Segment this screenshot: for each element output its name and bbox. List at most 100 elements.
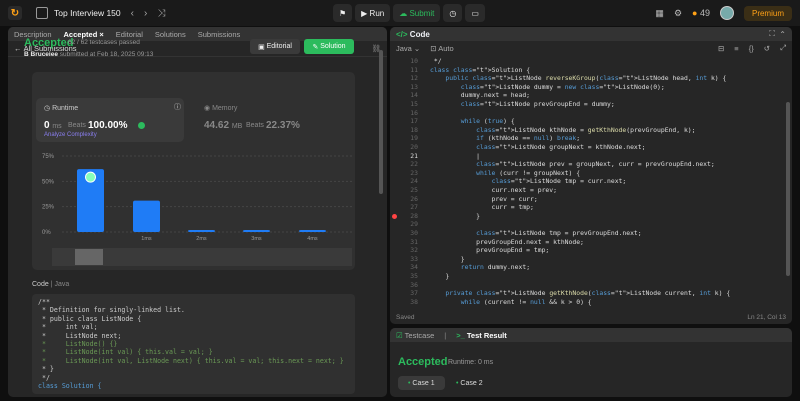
fullscreen-icon[interactable]: ⤢ — [780, 43, 786, 53]
runtime-bar[interactable] — [133, 200, 160, 232]
line-number: 29 — [410, 220, 418, 229]
prev-problem-icon[interactable]: ‹ — [131, 8, 134, 19]
code-line[interactable]: dummy.next = head; — [430, 91, 530, 100]
code-line[interactable]: class="t">ListNode prev = groupNext, cur… — [430, 160, 715, 169]
line-number: 32 — [410, 246, 418, 255]
problem-list-icon[interactable] — [36, 7, 48, 19]
runtime-value: 0 ms — [44, 120, 62, 131]
author-name[interactable]: B Bruceiee — [24, 51, 58, 58]
code-line[interactable]: while (current != null && k > 0) { — [430, 298, 592, 307]
tab-testcase[interactable]: ☑ Testcase — [396, 331, 434, 340]
shuffle-icon[interactable]: ⤨ — [157, 8, 165, 19]
tab-solutions[interactable]: Solutions — [155, 30, 186, 39]
format-code-icon[interactable]: ≡ — [734, 44, 738, 53]
case-1-tab[interactable]: • Case 1 — [398, 376, 445, 390]
runtime-bar[interactable] — [299, 229, 326, 232]
check-icon — [138, 122, 145, 129]
runtime-distribution-chart[interactable]: 75% 50% 25% 0% 1ms 2ms 3ms 4ms — [32, 152, 355, 270]
code-line[interactable]: while (true) { — [430, 117, 515, 126]
code-line[interactable]: curr.next = prev; — [430, 186, 557, 195]
user-avatar[interactable] — [719, 6, 734, 20]
close-tab-icon[interactable]: × — [99, 30, 103, 39]
code-line[interactable]: class="t">ListNode kthNode = getKthNode(… — [430, 126, 695, 135]
performance-stats: ◷ Runtime ⓘ 0 ms Beats 100.00% Analyze C… — [32, 72, 355, 270]
submitted-code-block[interactable]: /** * Definition for singly-linked list.… — [32, 294, 355, 394]
code-line[interactable]: return dummy.next; — [430, 263, 530, 272]
streak-counter[interactable]: ● 49 — [692, 8, 710, 18]
code-line[interactable]: class="t">ListNode tmp = curr.next; — [430, 177, 627, 186]
line-number: 20 — [410, 143, 418, 151]
code-line[interactable]: prevGroupEnd = tmp; — [430, 246, 549, 255]
line-number: 34 — [410, 263, 418, 272]
code-line[interactable]: class="t">ListNode tmp = prevGroupEnd.ne… — [430, 229, 641, 238]
code-line[interactable]: curr = tmp; — [430, 203, 534, 212]
code-line[interactable]: class="t">ListNode prevGroupEnd = dummy; — [430, 100, 615, 109]
left-scrollbar[interactable] — [379, 50, 383, 194]
navigator-selection[interactable] — [75, 249, 103, 265]
runtime-bar[interactable] — [188, 229, 215, 232]
timer-icon[interactable]: ◷ — [443, 4, 463, 22]
code-line[interactable]: if (kthNode == null) break; — [430, 134, 580, 143]
problem-list-title[interactable]: Top Interview 150 — [54, 8, 121, 18]
info-icon[interactable]: ⓘ — [174, 102, 181, 112]
bookmark-icon[interactable]: ⊟ — [718, 44, 724, 53]
editor-title: Code — [409, 29, 430, 39]
code-line[interactable]: } — [430, 212, 480, 221]
collapse-icon[interactable]: ⌃ — [779, 30, 786, 39]
language-select[interactable]: Java ⌄ — [396, 44, 420, 53]
code-line[interactable]: } — [430, 255, 465, 264]
analyze-complexity-link[interactable]: Analyze Complexity — [44, 132, 97, 138]
maximize-icon[interactable]: ⛶ — [769, 29, 779, 39]
layout-icon[interactable]: ▦ — [655, 8, 664, 19]
breakpoint-icon[interactable] — [392, 213, 397, 219]
code-editor[interactable]: 10 */ 11 class class="t">Solution {12 publ… — [390, 57, 792, 312]
code-line[interactable]: private class="t">ListNode getKthNode(cl… — [430, 289, 730, 298]
leetcode-logo-icon[interactable]: ↻ — [8, 6, 22, 20]
line-number: 14 — [410, 91, 418, 100]
code-line[interactable]: public class="t">ListNode reverseKGroup(… — [430, 74, 726, 83]
back-arrow-icon[interactable]: ← — [14, 44, 24, 53]
line-number: 26 — [410, 194, 418, 203]
editor-footer: Saved Ln 21, Col 13 — [390, 314, 792, 324]
code-line[interactable]: | — [430, 152, 480, 161]
next-problem-icon[interactable]: › — [144, 8, 147, 19]
auto-mode-toggle[interactable]: ⊡ Auto — [430, 44, 453, 53]
run-button[interactable]: ▶ Run — [355, 4, 391, 22]
case-2-tab[interactable]: • Case 2 — [446, 376, 493, 390]
line-number: 11 — [410, 65, 418, 74]
line-number: 19 — [410, 134, 418, 143]
editor-scrollbar[interactable] — [786, 102, 790, 276]
code-line[interactable]: } — [430, 272, 449, 281]
debug-button[interactable]: ⚑ — [333, 4, 353, 22]
code-line[interactable]: class="t">ListNode groupNext = kthNode.n… — [430, 143, 645, 152]
code-line[interactable]: class="t">ListNode dummy = new class="t"… — [430, 83, 665, 92]
braces-icon[interactable]: {} — [749, 44, 754, 53]
code-line[interactable]: */ — [430, 57, 442, 66]
premium-button[interactable]: Premium — [743, 5, 792, 21]
test-result-panel: ☑ Testcase | >_ Test Result Accepted Run… — [390, 328, 792, 397]
line-number: 31 — [410, 237, 418, 246]
fire-icon: ● — [692, 8, 698, 18]
code-editor-panel: </> Code ⛶ ⌃ Java ⌄ ⊡ Auto ⊟ ≡ {} ↺ ⤢ 10… — [390, 27, 792, 324]
play-icon: ▶ — [361, 8, 370, 18]
line-number: 30 — [410, 229, 418, 237]
code-line: * public class ListNode { — [38, 314, 142, 323]
runtime-bar[interactable] — [243, 229, 270, 232]
solution-button[interactable]: ✎ Solution — [304, 39, 354, 54]
tab-editorial[interactable]: Editorial — [116, 30, 143, 39]
notes-icon[interactable]: ▭ — [465, 4, 485, 22]
reset-icon[interactable]: ↺ — [764, 44, 770, 53]
code-line[interactable]: prevGroupEnd.next = kthNode; — [430, 238, 584, 247]
code-line[interactable]: while (curr != groupNext) { — [430, 169, 580, 178]
testcases-passed: 62 / 62 testcases passed — [68, 39, 140, 46]
line-number: 23 — [410, 168, 418, 177]
editor-header: </> Code ⛶ ⌃ — [390, 27, 792, 41]
tab-submissions[interactable]: Submissions — [198, 30, 241, 39]
submit-button[interactable]: ☁ Submit — [393, 4, 441, 22]
runtime-card[interactable]: ◷ Runtime ⓘ 0 ms Beats 100.00% Analyze C… — [36, 98, 184, 142]
code-line[interactable]: class class="t">Solution { — [430, 66, 530, 75]
settings-gear-icon[interactable]: ⚙ — [674, 8, 682, 19]
editorial-button[interactable]: ▣ Editorial — [250, 39, 300, 54]
code-line[interactable]: prev = curr; — [430, 195, 538, 204]
tab-test-result[interactable]: >_ Test Result — [456, 331, 507, 340]
